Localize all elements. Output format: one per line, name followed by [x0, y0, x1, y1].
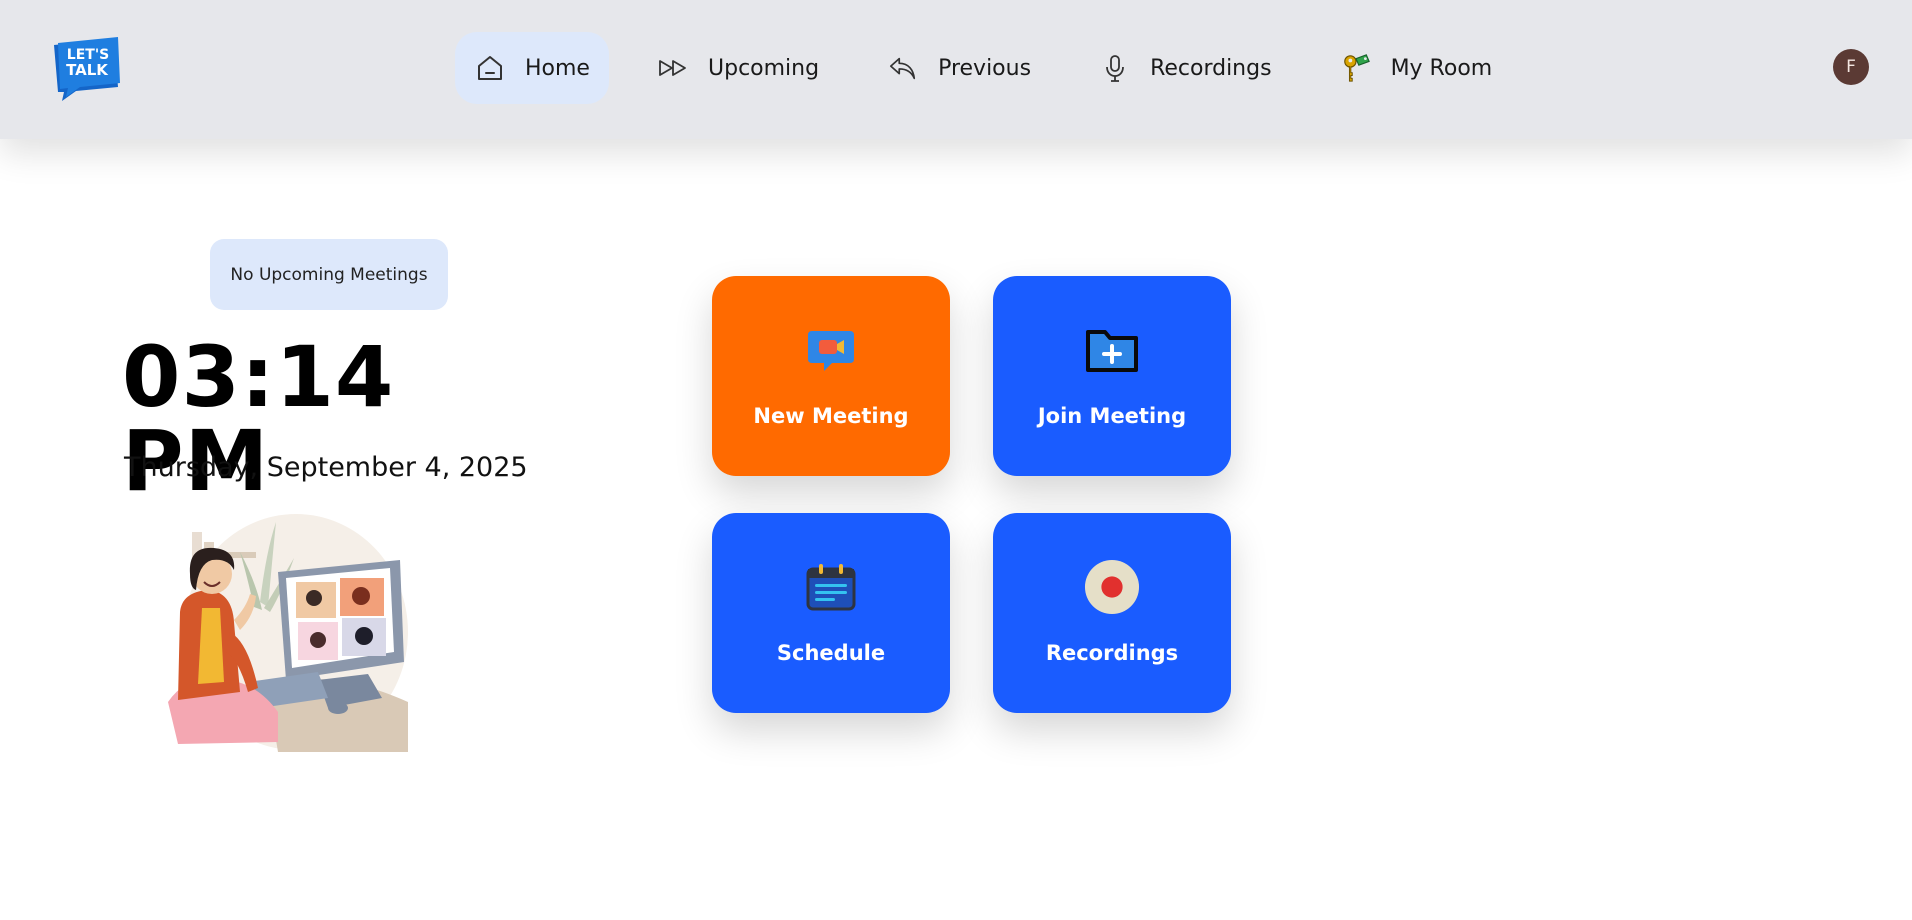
video-chat-icon [803, 322, 859, 378]
top-navigation-bar: LET'S TALK Home Upcoming Previous Record… [0, 0, 1912, 139]
schedule-button[interactable]: Schedule [712, 513, 950, 713]
nav-previous[interactable]: Previous [868, 32, 1051, 104]
nav-my-room[interactable]: My Room [1321, 32, 1513, 104]
record-icon [1084, 559, 1140, 615]
nav-home-label: Home [525, 55, 590, 81]
clock-date: Thursday, September 4, 2025 [124, 452, 528, 483]
reply-arrow-icon [888, 53, 918, 83]
upcoming-status-badge: No Upcoming Meetings [210, 239, 448, 310]
recordings-label: Recordings [1045, 641, 1179, 665]
lets-talk-logo[interactable]: LET'S TALK [52, 37, 122, 101]
nav-upcoming-label: Upcoming [708, 55, 820, 81]
fast-forward-icon [658, 53, 688, 83]
nav-previous-label: Previous [938, 55, 1032, 81]
video-call-illustration [168, 514, 408, 752]
nav-recordings-label: Recordings [1150, 55, 1272, 81]
new-meeting-label: New Meeting [753, 404, 909, 428]
keys-icon [1341, 53, 1371, 83]
nav-recordings[interactable]: Recordings [1080, 32, 1292, 104]
microphone-icon [1100, 53, 1130, 83]
join-meeting-label: Join Meeting [1037, 404, 1187, 428]
svg-text:TALK: TALK [66, 61, 109, 79]
new-meeting-button[interactable]: New Meeting [712, 276, 950, 476]
main-nav: Home Upcoming Previous Recordings My Roo… [455, 32, 1512, 104]
schedule-label: Schedule [776, 641, 886, 665]
nav-home[interactable]: Home [455, 32, 609, 104]
home-icon [475, 53, 505, 83]
user-avatar[interactable]: F [1833, 49, 1869, 85]
join-meeting-button[interactable]: Join Meeting [993, 276, 1231, 476]
nav-upcoming[interactable]: Upcoming [638, 32, 839, 104]
recordings-button[interactable]: Recordings [993, 513, 1231, 713]
folder-plus-icon [1084, 322, 1140, 378]
nav-my-room-label: My Room [1390, 55, 1493, 81]
calendar-icon [803, 559, 859, 615]
